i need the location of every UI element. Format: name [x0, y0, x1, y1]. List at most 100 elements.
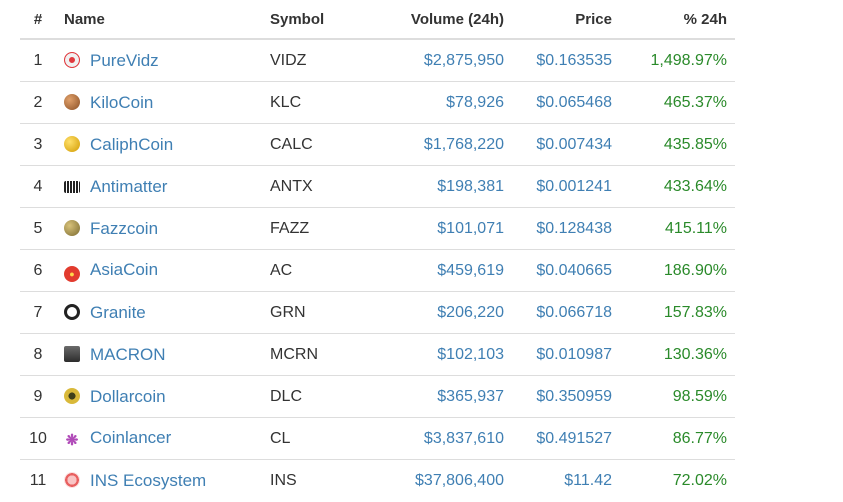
rank-cell: 6 [20, 249, 56, 292]
volume-link[interactable]: $102,103 [370, 333, 512, 376]
purevidz-icon [64, 51, 80, 68]
coin-name-link[interactable]: Antimatter [90, 177, 167, 196]
volume-link[interactable]: $37,806,400 [370, 459, 512, 501]
name-cell: ❋ Coinlancer [56, 417, 262, 460]
table-row: 2 KiloCoin KLC $78,926 $0.065468 465.37% [20, 81, 735, 124]
table-row: 3 CaliphCoin CALC $1,768,220 $0.007434 4… [20, 123, 735, 166]
volume-link[interactable]: $198,381 [370, 165, 512, 208]
symbol-cell: GRN [262, 291, 370, 334]
header-change[interactable]: % 24h [620, 0, 735, 40]
change-cell: 130.36% [620, 333, 735, 376]
change-cell: 465.37% [620, 81, 735, 124]
rank-cell: 4 [20, 165, 56, 208]
caliphcoin-icon [64, 135, 80, 152]
dollarcoin-icon [64, 387, 80, 404]
header-rank[interactable]: # [20, 0, 56, 40]
rank-cell: 1 [33, 51, 43, 69]
name-cell: ● AsiaCoin [56, 249, 262, 292]
table-row: 9 Dollarcoin DLC $365,937 $0.350959 98.5… [20, 375, 735, 418]
change-cell: 435.85% [620, 123, 735, 166]
symbol-cell: ANTX [262, 165, 370, 208]
header-price[interactable]: Price [512, 0, 620, 40]
price-link[interactable]: $0.001241 [512, 165, 620, 208]
change-cell: 157.83% [620, 291, 735, 334]
volume-link[interactable]: $101,071 [370, 207, 512, 250]
volume-link[interactable]: $78,926 [370, 81, 512, 124]
coin-name-link[interactable]: KiloCoin [90, 93, 153, 112]
symbol-cell: MCRN [262, 333, 370, 376]
coin-name-link[interactable]: Fazzcoin [90, 219, 158, 238]
change-cell: 415.11% [620, 207, 735, 250]
symbol-cell: VIDZ [270, 51, 307, 69]
volume-link[interactable]: $459,619 [370, 249, 512, 292]
antimatter-icon [64, 180, 80, 193]
change-cell: 86.77% [620, 417, 735, 460]
table-header: # Name Symbol Volume (24h) Price % 24h [20, 0, 735, 40]
price-link[interactable]: $0.007434 [512, 123, 620, 166]
table-row: 7 Granite GRN $206,220 $0.066718 157.83% [20, 291, 735, 334]
rank-cell: 5 [20, 207, 56, 250]
volume-link[interactable]: $2,875,950 [370, 39, 512, 82]
macron-icon [64, 345, 80, 362]
volume-link[interactable]: $1,768,220 [370, 123, 512, 166]
coin-name-link[interactable]: Coinlancer [90, 428, 171, 447]
asiacoin-icon: ● [64, 265, 80, 282]
rank-cell: 2 [20, 81, 56, 124]
symbol-cell: DLC [262, 375, 370, 418]
header-symbol[interactable]: Symbol [262, 0, 370, 40]
table-row: 4 Antimatter ANTX $198,381 $0.001241 433… [20, 165, 735, 208]
name-cell: PureVidz [56, 39, 262, 82]
price-link[interactable]: $0.010987 [512, 333, 620, 376]
symbol-cell: INS [262, 459, 370, 501]
price-link[interactable]: $0.163535 [512, 39, 620, 82]
name-cell: Antimatter [56, 165, 262, 208]
coin-name-link[interactable]: Granite [90, 303, 146, 322]
coinlancer-icon: ❋ [65, 432, 79, 449]
header-volume[interactable]: Volume (24h) [370, 0, 512, 40]
change-cell: 433.64% [620, 165, 735, 208]
table-row: 8 MACRON MCRN $102,103 $0.010987 130.36% [20, 333, 735, 376]
price-link[interactable]: $11.42 [512, 459, 620, 501]
table-row: 11 INS Ecosystem INS $37,806,400 $11.42 … [20, 459, 735, 501]
symbol-cell: AC [262, 249, 370, 292]
rank-cell: 3 [20, 123, 56, 166]
table-row: 1 PureVidz VIDZ $2,875,950 $0.163535 1,4… [20, 39, 735, 82]
coin-name-link[interactable]: INS Ecosystem [90, 471, 206, 490]
symbol-cell: FAZZ [262, 207, 370, 250]
gainers-table-container: # Name Symbol Volume (24h) Price % 24h 1… [20, 0, 735, 501]
rank-cell: 10 [20, 417, 56, 460]
coin-name-link[interactable]: CaliphCoin [90, 135, 173, 154]
symbol-cell: KLC [262, 81, 370, 124]
price-link[interactable]: $0.128438 [512, 207, 620, 250]
price-link[interactable]: $0.040665 [512, 249, 620, 292]
volume-link[interactable]: $365,937 [370, 375, 512, 418]
table-body: 1 PureVidz VIDZ $2,875,950 $0.163535 1,4… [20, 39, 735, 501]
volume-link[interactable]: $206,220 [370, 291, 512, 334]
price-link[interactable]: $0.350959 [512, 375, 620, 418]
name-cell: Dollarcoin [56, 375, 262, 418]
change-cell: 72.02% [620, 459, 735, 501]
name-cell: KiloCoin [56, 81, 262, 124]
coin-name-link[interactable]: AsiaCoin [90, 260, 158, 279]
price-link[interactable]: $0.065468 [512, 81, 620, 124]
coin-name-link[interactable]: PureVidz [90, 51, 159, 70]
granite-icon [64, 303, 80, 320]
table-row: 5 Fazzcoin FAZZ $101,071 $0.128438 415.1… [20, 207, 735, 250]
table-row: 6 ● AsiaCoin AC $459,619 $0.040665 186.90… [20, 249, 735, 292]
change-cell: 1,498.97% [650, 51, 727, 69]
symbol-cell: CALC [262, 123, 370, 166]
fazzcoin-icon [64, 219, 80, 236]
rank-cell: 7 [20, 291, 56, 334]
price-link[interactable]: $0.066718 [512, 291, 620, 334]
change-cell: 98.59% [620, 375, 735, 418]
price-link[interactable]: $0.491527 [512, 417, 620, 460]
ins-ecosystem-icon [64, 471, 80, 488]
rank-cell: 11 [20, 459, 56, 501]
coin-name-link[interactable]: MACRON [90, 345, 166, 364]
table-row: 10 ❋ Coinlancer CL $3,837,610 $0.491527 8… [20, 417, 735, 460]
coin-name-link[interactable]: Dollarcoin [90, 387, 166, 406]
header-name[interactable]: Name [56, 0, 262, 40]
name-cell: Fazzcoin [56, 207, 262, 250]
volume-link[interactable]: $3,837,610 [370, 417, 512, 460]
name-cell: INS Ecosystem [56, 459, 262, 501]
